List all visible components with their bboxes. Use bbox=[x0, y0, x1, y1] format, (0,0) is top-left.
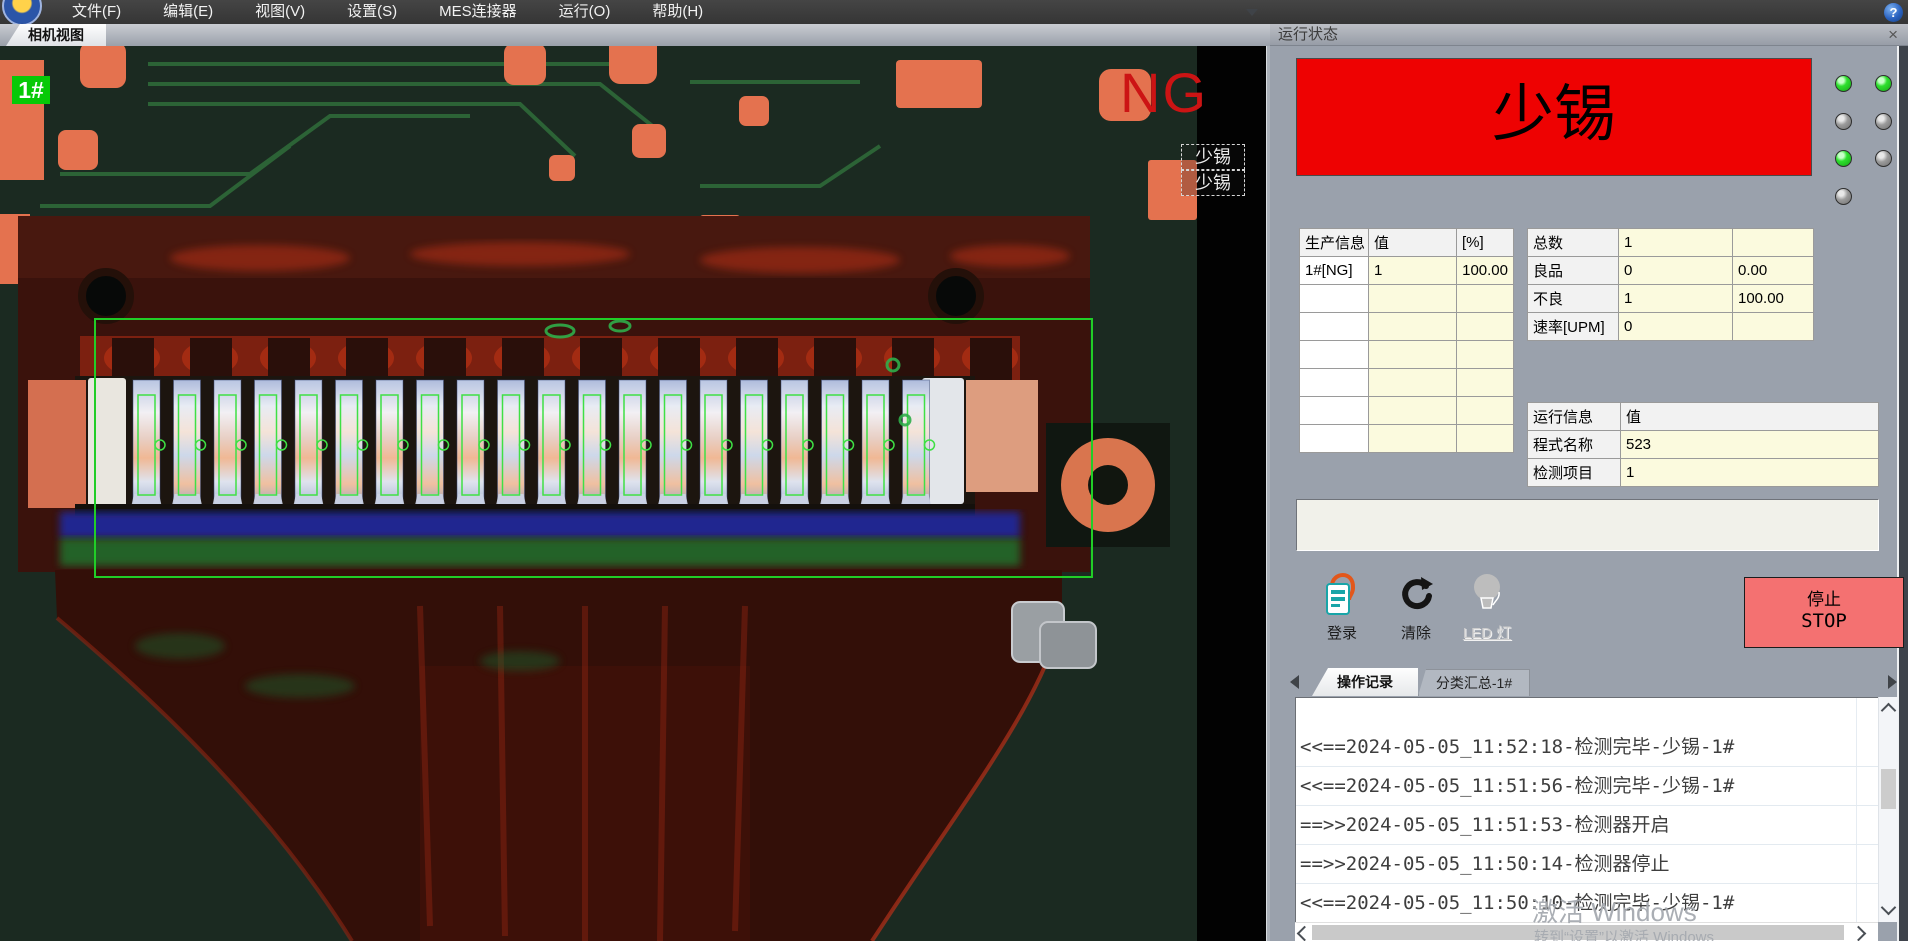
table-row bbox=[1300, 397, 1514, 425]
message-box bbox=[1296, 499, 1879, 551]
menu-view[interactable]: 视图(V) bbox=[241, 0, 319, 24]
status-panel-title: 运行状态 bbox=[1278, 26, 1338, 43]
tab-scroll-left-icon[interactable] bbox=[1290, 675, 1299, 689]
log-entry: ==>>2024-05-05_11:50:14-检测器停止 bbox=[1296, 845, 1878, 884]
production-table: 生产信息 值 [%] 1#[NG]1100.00 bbox=[1299, 228, 1514, 453]
scroll-up-icon[interactable] bbox=[1881, 703, 1897, 719]
status-panel-titlebar: 运行状态 × bbox=[1270, 24, 1908, 46]
led-label: LED 灯 bbox=[1455, 622, 1519, 643]
inspection-result-text: NG bbox=[1120, 60, 1208, 125]
tab-scroll-right-icon[interactable] bbox=[1888, 675, 1897, 689]
app-logo-icon bbox=[2, 0, 42, 24]
table-row bbox=[1300, 313, 1514, 341]
close-icon[interactable]: × bbox=[1888, 24, 1898, 46]
status-lamp bbox=[1835, 75, 1852, 92]
scroll-right-icon[interactable] bbox=[1851, 926, 1867, 941]
table-row bbox=[1300, 425, 1514, 453]
summary-table: 总数1 良品00.00 不良1100.00 速率[UPM]0 bbox=[1527, 228, 1814, 341]
menu-edit[interactable]: 编辑(E) bbox=[149, 0, 227, 24]
table-header-row: 运行信息值 bbox=[1528, 403, 1879, 431]
table-row: 总数1 bbox=[1528, 229, 1814, 257]
table-row: 速率[UPM]0 bbox=[1528, 313, 1814, 341]
pcb-image bbox=[0, 46, 1266, 941]
status-lamp bbox=[1875, 75, 1892, 92]
defect-tag: 少锡 bbox=[1181, 144, 1245, 170]
menu-help[interactable]: 帮助(H) bbox=[638, 0, 717, 24]
table-row bbox=[1300, 341, 1514, 369]
clear-label: 清除 bbox=[1384, 622, 1448, 643]
tab-dropdown-icon[interactable] bbox=[1246, 9, 1258, 16]
status-panel: 少锡 生产信息 值 [%] 1#[NG]1100.00 bbox=[1270, 46, 1908, 941]
operation-log-list[interactable]: <<==2024-05-05_11:52:18-检测完毕-少锡-1# <<==2… bbox=[1295, 697, 1878, 922]
table-header-row: 生产信息 值 [%] bbox=[1300, 229, 1514, 257]
scrollbar-thumb[interactable] bbox=[1881, 769, 1896, 809]
stop-button[interactable]: 停止 STOP bbox=[1744, 577, 1904, 648]
table-row bbox=[1300, 369, 1514, 397]
stop-label-en: STOP bbox=[1745, 610, 1903, 632]
table-row bbox=[1300, 285, 1514, 313]
windows-activation-watermark: 激活 Windows bbox=[1532, 892, 1697, 929]
table-row: 良品00.00 bbox=[1528, 257, 1814, 285]
led-bulb-icon bbox=[1469, 572, 1505, 618]
table-row: 不良1100.00 bbox=[1528, 285, 1814, 313]
status-lamp bbox=[1835, 150, 1852, 167]
menu-bar: 文件(F) 编辑(E) 视图(V) 设置(S) MES连接器 运行(O) 帮助(… bbox=[0, 0, 1908, 24]
window-edge bbox=[1897, 46, 1908, 941]
log-entry: <<==2024-05-05_11:51:56-检测完毕-少锡-1# bbox=[1296, 767, 1878, 806]
menu-file[interactable]: 文件(F) bbox=[58, 0, 135, 24]
defect-tag: 少锡 bbox=[1181, 170, 1245, 196]
camera-index-badge: 1# bbox=[12, 76, 50, 104]
tab-camera-view[interactable]: 相机视图 bbox=[6, 24, 106, 46]
camera-tab-bar: 相机视图 bbox=[0, 24, 1270, 46]
log-entry: <<==2024-05-05_11:52:18-检测完毕-少锡-1# bbox=[1296, 728, 1878, 767]
scroll-left-icon[interactable] bbox=[1297, 926, 1313, 941]
table-row: 检测项目1 bbox=[1528, 459, 1879, 487]
status-lamp bbox=[1835, 188, 1852, 205]
help-icon[interactable]: ? bbox=[1884, 3, 1903, 22]
led-light-button[interactable]: LED 灯 bbox=[1455, 572, 1519, 650]
windows-activation-watermark-sub: 转到“设置”以激活 Windows bbox=[1534, 926, 1714, 941]
table-row: 1#[NG]1100.00 bbox=[1300, 257, 1514, 285]
clear-button[interactable]: 清除 bbox=[1384, 572, 1448, 650]
log-entry: ==>>2024-05-05_11:51:53-检测器开启 bbox=[1296, 806, 1878, 845]
stop-label-cn: 停止 bbox=[1745, 590, 1903, 610]
defect-banner: 少锡 bbox=[1296, 58, 1812, 176]
menu-run[interactable]: 运行(O) bbox=[545, 0, 625, 24]
menu-settings[interactable]: 设置(S) bbox=[333, 0, 411, 24]
status-lamp bbox=[1875, 113, 1892, 130]
log-vertical-scrollbar[interactable] bbox=[1878, 697, 1898, 922]
tab-operation-log[interactable]: 操作记录 bbox=[1312, 668, 1418, 696]
camera-viewport[interactable]: 1# NG 少锡 少锡 bbox=[0, 46, 1266, 941]
run-info-table: 运行信息值 程式名称523 检测项目1 bbox=[1527, 402, 1879, 487]
status-lamp bbox=[1875, 150, 1892, 167]
menu-mes-connector[interactable]: MES连接器 bbox=[425, 0, 531, 24]
status-lamp bbox=[1835, 113, 1852, 130]
login-label: 登录 bbox=[1310, 622, 1374, 643]
table-row: 程式名称523 bbox=[1528, 431, 1879, 459]
clear-refresh-icon bbox=[1396, 572, 1436, 618]
tab-classification-summary[interactable]: 分类汇总-1# bbox=[1418, 669, 1530, 696]
scroll-down-icon[interactable] bbox=[1881, 900, 1897, 916]
login-button[interactable]: 登录 bbox=[1310, 572, 1374, 650]
id-badge-icon bbox=[1323, 572, 1361, 618]
log-tab-bar: 操作记录 分类汇总-1# bbox=[1288, 668, 1900, 696]
menu-items: 文件(F) 编辑(E) 视图(V) 设置(S) MES连接器 运行(O) 帮助(… bbox=[58, 0, 731, 24]
